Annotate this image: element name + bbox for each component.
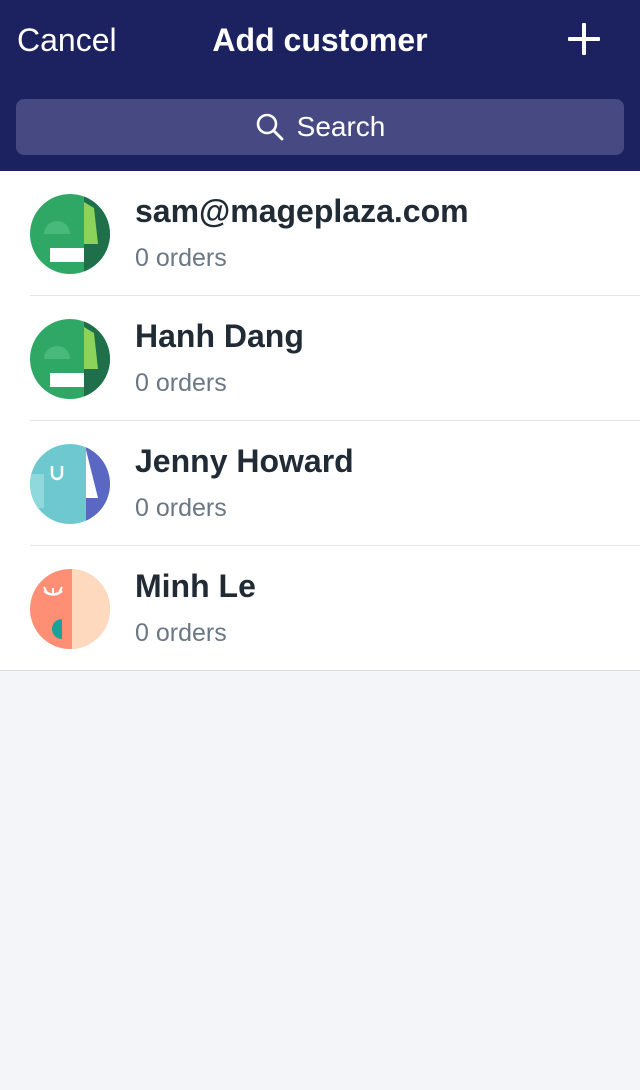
customer-row[interactable]: Jenny Howard 0 orders (0, 421, 640, 546)
customer-row[interactable]: Hanh Dang 0 orders (0, 296, 640, 421)
search-input[interactable]: Search (16, 99, 624, 155)
search-placeholder: Search (296, 111, 386, 142)
customer-orders: 0 orders (135, 619, 227, 647)
search-icon (256, 113, 284, 141)
customer-row[interactable]: Minh Le 0 orders (0, 546, 640, 671)
header: Cancel Add customer Search (0, 0, 640, 171)
teal-face-avatar-icon (30, 444, 110, 524)
green-face-avatar-icon (30, 194, 110, 274)
customer-name: Minh Le (135, 568, 256, 604)
page-title: Add customer (212, 22, 428, 58)
customer-row[interactable]: sam@mageplaza.com 0 orders (0, 171, 640, 296)
customer-orders: 0 orders (135, 494, 227, 522)
customer-name: sam@mageplaza.com (135, 193, 469, 229)
customer-name: Hanh Dang (135, 318, 304, 354)
customer-name: Jenny Howard (135, 443, 354, 479)
orange-face-avatar-icon (30, 569, 110, 649)
customer-list: sam@mageplaza.com 0 orders Hanh Dang 0 o… (0, 171, 640, 671)
add-customer-button[interactable] (562, 17, 606, 61)
customer-orders: 0 orders (135, 244, 227, 272)
nav-bar: Cancel Add customer (0, 0, 640, 80)
green-face-avatar-icon (30, 319, 110, 399)
customer-orders: 0 orders (135, 369, 227, 397)
